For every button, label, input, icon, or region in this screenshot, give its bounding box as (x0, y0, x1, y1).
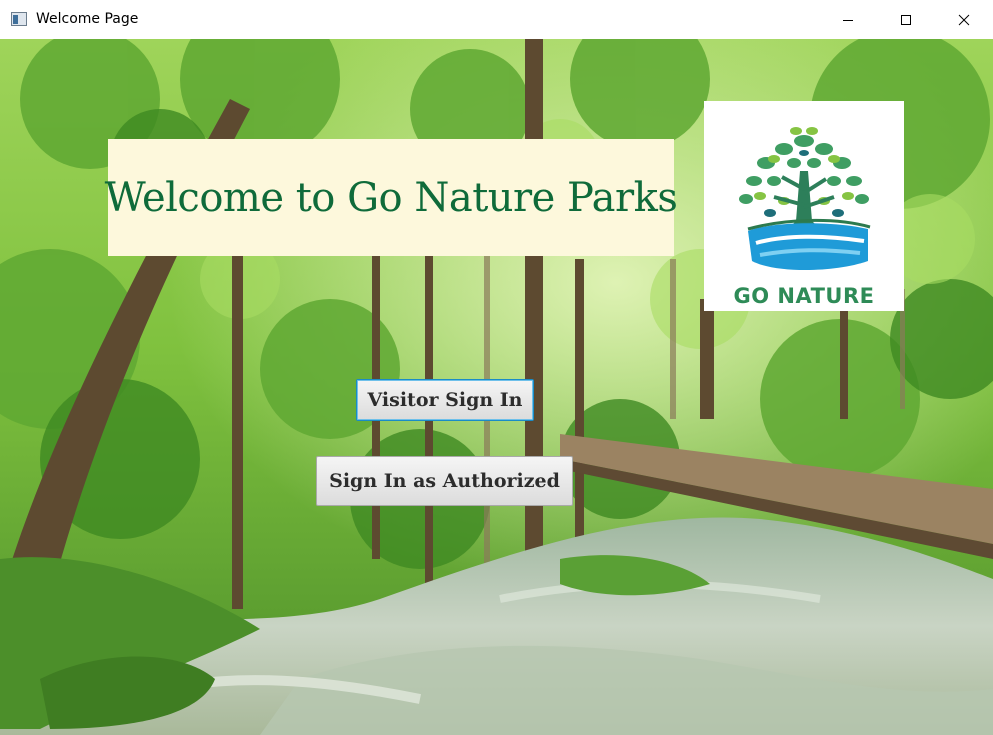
tree-river-logo-icon (739, 127, 871, 270)
app-window-icon (11, 12, 27, 26)
authorized-sign-in-button[interactable]: Sign In as Authorized (316, 456, 573, 506)
minimize-button[interactable] (819, 0, 877, 39)
close-button[interactable] (935, 0, 993, 39)
minimize-icon (843, 19, 853, 21)
visitor-sign-in-button[interactable]: Visitor Sign In (356, 379, 534, 421)
forest-background: Welcome to Go Nature Parks GO NATURE Vis… (0, 39, 993, 735)
close-icon (958, 14, 970, 25)
welcome-heading: Welcome to Go Nature Parks (104, 174, 678, 221)
window-titlebar: Welcome Page (0, 0, 993, 40)
go-nature-logo: GO NATURE (704, 101, 904, 311)
maximize-button[interactable] (877, 0, 935, 39)
window-title: Welcome Page (36, 11, 139, 27)
logo-text: GO NATURE (733, 284, 875, 308)
maximize-icon (901, 14, 911, 25)
welcome-banner: Welcome to Go Nature Parks (105, 139, 678, 256)
